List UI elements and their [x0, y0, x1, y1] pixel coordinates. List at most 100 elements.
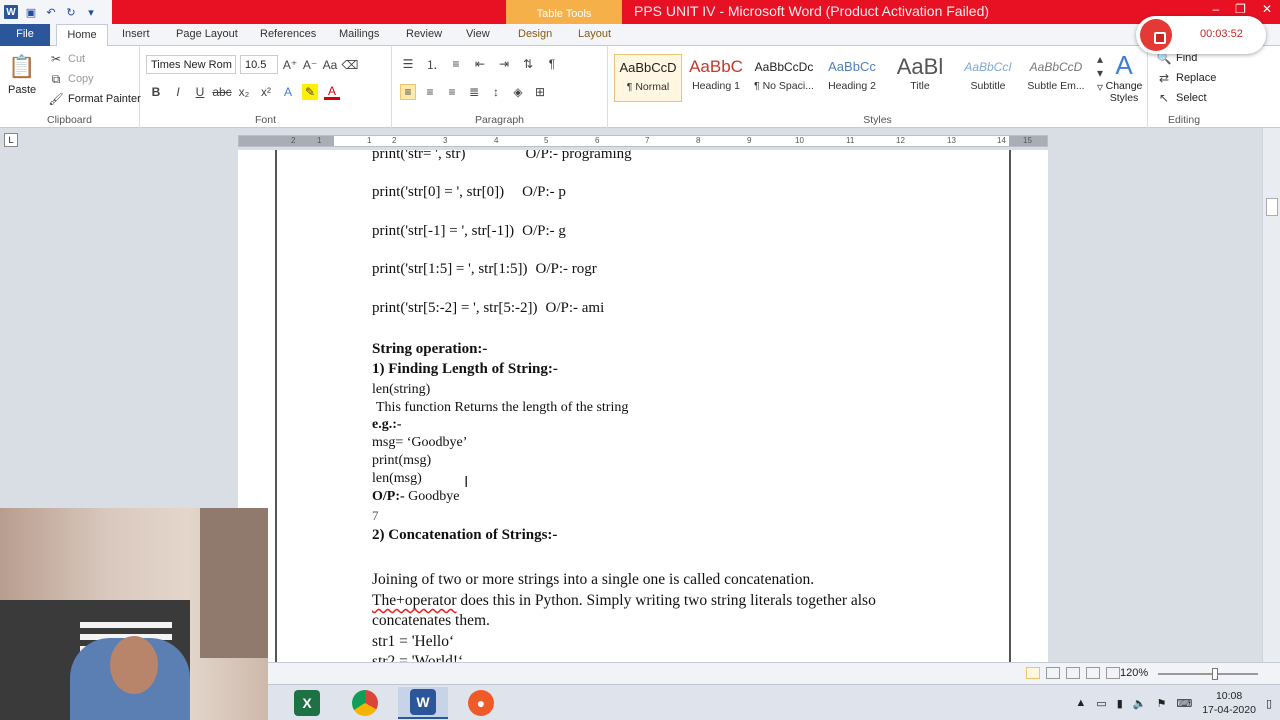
style-no-spacing[interactable]: AaBbCcDc ¶ No Spaci...: [750, 54, 818, 102]
font-name-dropdown[interactable]: Times New Rom: [146, 55, 236, 74]
taskbar-recorder[interactable]: ●: [456, 687, 506, 719]
shrink-font-icon[interactable]: A⁻: [302, 57, 318, 73]
copy-button[interactable]: ⧉ Copy: [48, 71, 94, 87]
print-layout-icon[interactable]: [1026, 667, 1040, 679]
align-center-icon[interactable]: ≡: [422, 84, 438, 100]
tab-insert[interactable]: Insert: [122, 24, 150, 46]
customize-qat-icon[interactable]: ▾: [84, 5, 98, 19]
style-title[interactable]: AaBl Title: [886, 54, 954, 102]
cut-button[interactable]: ✂ Cut: [48, 51, 85, 67]
strikethrough-icon[interactable]: abc: [212, 84, 231, 100]
replace-button[interactable]: ⇄ Replace: [1156, 70, 1216, 86]
ribbon-tabs: File Home Insert Page Layout References …: [0, 24, 1280, 47]
tab-page-layout[interactable]: Page Layout: [176, 24, 238, 46]
output-label: O/P:-: [372, 489, 405, 504]
keyboard-icon[interactable]: ⌨: [1176, 697, 1192, 710]
grow-font-icon[interactable]: A⁺: [282, 57, 298, 73]
volume-icon[interactable]: 🔈: [1133, 697, 1147, 710]
close-button[interactable]: ✕: [1262, 2, 1272, 16]
font-size-dropdown[interactable]: 10.5: [240, 55, 278, 74]
action-center-icon[interactable]: ⚑: [1156, 697, 1166, 710]
highlight-icon[interactable]: ✎: [302, 84, 318, 100]
word-app-icon[interactable]: W: [4, 5, 18, 19]
align-left-icon[interactable]: ≡: [400, 84, 416, 100]
system-tray: ▲ ▭ ▮ 🔈 ⚑ ⌨ 10:08 17-04-2020 ▯: [1075, 689, 1272, 717]
vertical-scrollbar[interactable]: [1262, 128, 1280, 662]
style-subtitle[interactable]: AaBbCcI Subtitle: [954, 54, 1022, 102]
msg-assignment: msg= ‘Goodbye’: [372, 435, 468, 450]
font-color-icon[interactable]: A: [324, 84, 340, 100]
numbering-icon[interactable]: ⒈: [424, 56, 440, 72]
tab-references[interactable]: References: [260, 24, 316, 46]
battery-icon[interactable]: ▮: [1117, 697, 1123, 710]
italic-icon[interactable]: I: [170, 84, 186, 100]
tab-file[interactable]: File: [0, 24, 50, 46]
paste-button[interactable]: 📋 Paste: [8, 52, 36, 96]
line-spacing-icon[interactable]: ↕: [488, 84, 504, 100]
bold-icon[interactable]: B: [148, 84, 164, 100]
minimize-button[interactable]: –: [1212, 2, 1219, 16]
style-normal[interactable]: AaBbCcD ¶ Normal: [614, 54, 682, 102]
change-case-icon[interactable]: Aa: [322, 57, 338, 73]
ruler-number: 11: [846, 136, 855, 145]
output-text: O/P:- ami: [545, 300, 605, 316]
outline-icon[interactable]: [1086, 667, 1100, 679]
scrollbar-thumb[interactable]: [1266, 198, 1278, 216]
style-subtle-emphasis[interactable]: AaBbCcD Subtle Em...: [1022, 54, 1090, 102]
multilevel-list-icon[interactable]: ≡: [448, 56, 464, 72]
stop-recording-button[interactable]: [1140, 19, 1172, 51]
taskbar-excel[interactable]: X: [282, 687, 332, 719]
underline-icon[interactable]: U: [192, 84, 208, 100]
undo-icon[interactable]: ↶: [44, 5, 58, 19]
align-right-icon[interactable]: ≡: [444, 84, 460, 100]
notifications-icon[interactable]: ▯: [1266, 697, 1272, 710]
show-formatting-icon[interactable]: ¶: [544, 56, 560, 72]
zoom-slider[interactable]: [1158, 673, 1258, 675]
code-text: print('str[0] = ', str[0]): [372, 184, 505, 200]
tab-layout[interactable]: Layout: [578, 24, 611, 46]
redo-icon[interactable]: ↻: [64, 5, 78, 19]
tab-review[interactable]: Review: [406, 24, 442, 46]
full-screen-reading-icon[interactable]: [1046, 667, 1060, 679]
draft-icon[interactable]: [1106, 667, 1120, 679]
increase-indent-icon[interactable]: ⇥: [496, 56, 512, 72]
tab-view[interactable]: View: [466, 24, 490, 46]
tab-selector[interactable]: L: [4, 133, 18, 147]
text-effects-icon[interactable]: A: [280, 84, 296, 100]
shading-icon[interactable]: ◈: [510, 84, 526, 100]
taskbar-chrome[interactable]: [340, 687, 390, 719]
clock[interactable]: 10:08 17-04-2020: [1202, 689, 1256, 717]
borders-icon[interactable]: ⊞: [532, 84, 548, 100]
select-button[interactable]: ↖ Select: [1156, 90, 1207, 106]
paragraph-row-1: ☰ ⒈ ≡ ⇤ ⇥ ⇅ ¶: [400, 56, 560, 72]
save-icon[interactable]: ▣: [24, 5, 38, 19]
style-heading-1[interactable]: AaBbC Heading 1: [682, 54, 750, 102]
sort-icon[interactable]: ⇅: [520, 56, 536, 72]
format-painter-button[interactable]: 🖌 Format Painter: [48, 91, 140, 107]
tab-design[interactable]: Design: [518, 24, 552, 46]
superscript-icon[interactable]: x²: [258, 84, 274, 100]
web-layout-icon[interactable]: [1066, 667, 1080, 679]
network-icon[interactable]: ▭: [1096, 697, 1106, 710]
tab-mailings[interactable]: Mailings: [339, 24, 379, 46]
subscript-icon[interactable]: x₂: [236, 84, 252, 100]
document-area[interactable]: print('str= ', str) O/P:- programing prin…: [238, 150, 1048, 662]
maximize-button[interactable]: ❐: [1235, 2, 1246, 16]
tab-home[interactable]: Home: [56, 24, 108, 47]
decrease-indent-icon[interactable]: ⇤: [472, 56, 488, 72]
cursor-icon: ↖: [1158, 91, 1170, 105]
tray-up-arrow-icon[interactable]: ▲: [1075, 697, 1086, 709]
taskbar-word[interactable]: W: [398, 687, 448, 719]
clear-formatting-icon[interactable]: ⌫: [342, 57, 359, 73]
justify-icon[interactable]: ≣: [466, 84, 482, 100]
ribbon: 📋 Paste ✂ Cut ⧉ Copy 🖌 Format Painter Clipb…: [0, 46, 1280, 128]
change-styles-button[interactable]: A Change Styles: [1104, 50, 1144, 105]
clock-date: 17-04-2020: [1202, 704, 1256, 716]
code-line: print('str[5:-2] = ', str[5:-2]) O/P:- am…: [372, 300, 604, 317]
font-format-row: B I U abc x₂ x² A ✎ A: [148, 84, 340, 100]
horizontal-ruler[interactable]: 2 1 1 2 3 4 5 6 7 8 9 10 11 12 13 14 15: [238, 135, 1048, 147]
zoom-level[interactable]: 120%: [1120, 667, 1148, 679]
style-heading-2[interactable]: AaBbCc Heading 2: [818, 54, 886, 102]
zoom-slider-thumb[interactable]: [1212, 668, 1218, 680]
bullets-icon[interactable]: ☰: [400, 56, 416, 72]
